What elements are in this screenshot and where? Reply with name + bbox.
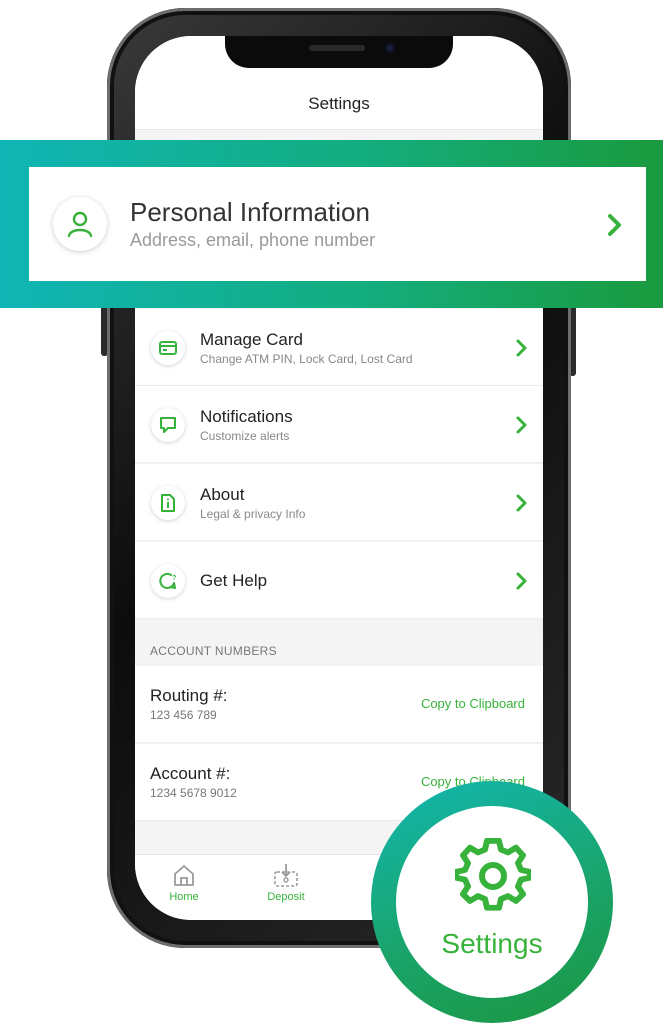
account-row-label: Account #: [150,764,231,783]
tab-deposit[interactable]: Deposit [251,861,321,911]
tab-label: Home [169,891,199,903]
chevron-right-icon [516,494,527,512]
chevron-right-icon [516,339,527,357]
chevron-right-icon [516,416,527,434]
page-title: Settings [308,94,370,113]
row-subtitle: Change ATM PIN, Lock Card, Lost Card [200,352,413,366]
settings-row-get-help[interactable]: ? Get Help [135,542,543,619]
personal-information-title: Personal Information [130,197,370,227]
help-bubble-icon: ? [151,564,185,598]
account-row-number: 123 456 789 [150,708,217,722]
camera-icon [385,43,395,53]
account-row-label: Routing #: [150,686,228,705]
speaker-grille [309,45,365,51]
home-icon [174,865,194,886]
svg-text:?: ? [172,575,176,582]
personal-information-row[interactable]: Personal Information Address, email, pho… [29,167,646,281]
row-title: Manage Card [200,330,304,349]
copy-to-clipboard-link[interactable]: Copy to Clipboard [421,696,525,711]
chevron-right-icon [608,214,621,236]
account-row-routing: Routing #: 123 456 789 Copy to Clipboard [135,666,543,743]
chat-bubble-icon [151,408,185,442]
row-title: Get Help [200,571,268,590]
gear-icon [455,838,531,911]
chevron-right-icon [516,572,527,590]
row-title: About [200,485,245,504]
deposit-icon [274,864,298,887]
section-label-account-numbers: ACCOUNT NUMBERS [150,644,277,658]
person-icon [53,197,107,251]
settings-callout-label: Settings [441,928,543,959]
personal-information-subtitle: Address, email, phone number [130,230,376,250]
row-subtitle: Legal & privacy Info [200,507,306,521]
row-subtitle: Customize alerts [200,429,290,443]
tab-label: Deposit [267,891,305,903]
card-icon [151,331,185,365]
row-title: Notifications [200,407,293,426]
tab-home[interactable]: Home [149,861,219,911]
settings-row-about[interactable]: About Legal & privacy Info [135,464,543,541]
phone-notch [225,36,453,68]
settings-row-manage-card[interactable]: Manage Card Change ATM PIN, Lock Card, L… [135,309,543,386]
settings-row-notifications[interactable]: Notifications Customize alerts [135,386,543,463]
account-row-number: 1234 5678 9012 [150,786,237,800]
info-document-icon [151,486,185,520]
